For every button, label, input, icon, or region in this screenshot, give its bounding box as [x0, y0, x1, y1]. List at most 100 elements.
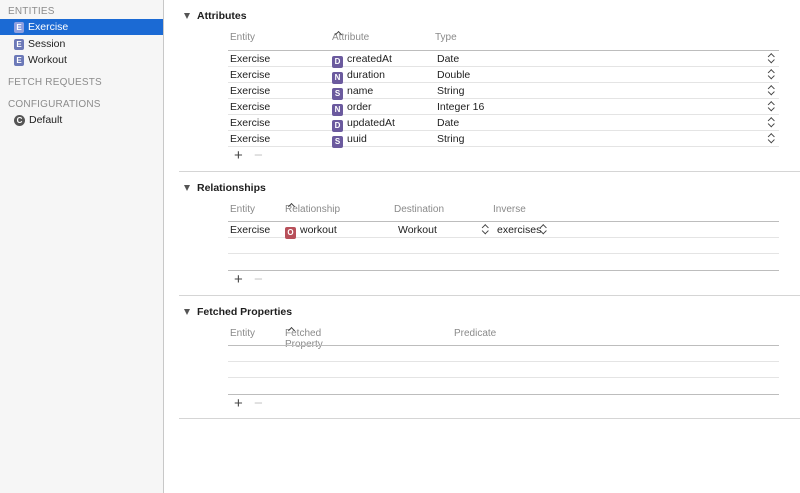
- type-cell[interactable]: String: [437, 85, 464, 97]
- attributes-table: Entity Attribute Type Exercise DcreatedA…: [228, 30, 779, 167]
- table-row-empty: [228, 346, 779, 362]
- number-type-icon: N: [332, 71, 343, 84]
- sidebar: ENTITIES E Exercise E Session E Workout …: [0, 0, 164, 493]
- section-divider: [179, 171, 800, 172]
- sidebar-item-label: Default: [29, 114, 63, 126]
- table-row[interactable]: Exercise Oworkout Workout exercises: [228, 222, 779, 239]
- type-cell[interactable]: Double: [437, 69, 470, 81]
- type-popup-icon[interactable]: [768, 117, 774, 128]
- remove-relationship-button[interactable]: −: [254, 272, 263, 288]
- attributes-section-toggle[interactable]: Attributes: [184, 10, 247, 22]
- attribute-name: name: [347, 85, 374, 97]
- fetched-properties-table: Entity Fetched Property Predicate + −: [228, 326, 779, 414]
- add-attribute-button[interactable]: +: [234, 148, 243, 164]
- inverse-cell[interactable]: exercises: [497, 224, 541, 236]
- entity-cell: Exercise: [230, 69, 271, 81]
- fetched-properties-header-row: Entity Fetched Property Predicate: [228, 326, 779, 350]
- sidebar-item-default[interactable]: C Default: [0, 112, 163, 128]
- string-type-icon: S: [332, 135, 343, 148]
- column-entity[interactable]: Entity: [230, 32, 255, 43]
- disclosure-triangle-icon: [184, 185, 190, 191]
- table-row[interactable]: Exercise Suuid String: [228, 131, 779, 148]
- entity-cell: Exercise: [230, 224, 271, 236]
- fetched-properties-section-toggle[interactable]: Fetched Properties: [184, 306, 292, 318]
- attribute-cell[interactable]: Sname: [332, 85, 373, 100]
- column-entity[interactable]: Entity: [230, 328, 255, 339]
- entity-cell: Exercise: [230, 133, 271, 145]
- entity-cell: Exercise: [230, 53, 271, 65]
- attribute-cell[interactable]: Suuid: [332, 133, 367, 148]
- entity-cell: Exercise: [230, 101, 271, 113]
- attribute-name: duration: [347, 69, 385, 81]
- sidebar-item-label: Workout: [28, 54, 67, 66]
- attributes-title: Attributes: [197, 10, 247, 22]
- relationship-name: workout: [300, 224, 337, 236]
- date-type-icon: D: [332, 119, 343, 132]
- type-cell[interactable]: Date: [437, 53, 459, 65]
- remove-attribute-button[interactable]: −: [254, 148, 263, 164]
- table-row[interactable]: Exercise DcreatedAt Date: [228, 51, 779, 68]
- relationship-cell[interactable]: Oworkout: [285, 224, 337, 239]
- date-type-icon: D: [332, 55, 343, 68]
- entities-header: ENTITIES: [8, 6, 55, 17]
- type-popup-icon[interactable]: [768, 133, 774, 144]
- type-popup-icon[interactable]: [768, 69, 774, 80]
- sidebar-item-label: Exercise: [28, 21, 69, 33]
- section-divider: [179, 295, 800, 296]
- attribute-cell[interactable]: DupdatedAt: [332, 117, 395, 132]
- column-type[interactable]: Type: [435, 32, 457, 43]
- relationships-section-toggle[interactable]: Relationships: [184, 182, 266, 194]
- string-type-icon: S: [332, 87, 343, 100]
- sidebar-item-workout[interactable]: E Workout: [0, 52, 163, 68]
- entity-cell: Exercise: [230, 85, 271, 97]
- entity-icon: E: [14, 54, 24, 66]
- inverse-popup-icon[interactable]: [540, 224, 546, 235]
- to-one-relationship-icon: O: [285, 226, 296, 239]
- relationships-title: Relationships: [197, 182, 266, 194]
- table-row[interactable]: Exercise Norder Integer 16: [228, 99, 779, 116]
- type-cell[interactable]: Date: [437, 117, 459, 129]
- attribute-cell[interactable]: Nduration: [332, 69, 385, 84]
- section-divider: [179, 418, 800, 419]
- attribute-cell[interactable]: DcreatedAt: [332, 53, 392, 68]
- table-row[interactable]: Exercise DupdatedAt Date: [228, 115, 779, 132]
- destination-popup-icon[interactable]: [482, 224, 488, 235]
- table-row-empty: [228, 254, 779, 270]
- type-cell[interactable]: Integer 16: [437, 101, 484, 113]
- entity-icon: E: [14, 21, 24, 33]
- relationships-footer: + −: [228, 270, 779, 290]
- remove-fetched-property-button[interactable]: −: [254, 396, 263, 412]
- attribute-cell[interactable]: Norder: [332, 101, 372, 116]
- add-relationship-button[interactable]: +: [234, 272, 243, 288]
- number-type-icon: N: [332, 103, 343, 116]
- destination-cell[interactable]: Workout: [398, 224, 437, 236]
- type-popup-icon[interactable]: [768, 85, 774, 96]
- fetch-requests-header: FETCH REQUESTS: [8, 77, 102, 88]
- table-row-empty: [228, 238, 779, 254]
- type-cell[interactable]: String: [437, 133, 464, 145]
- disclosure-triangle-icon: [184, 309, 190, 315]
- entity-cell: Exercise: [230, 117, 271, 129]
- add-fetched-property-button[interactable]: +: [234, 396, 243, 412]
- column-entity[interactable]: Entity: [230, 204, 255, 215]
- configurations-header: CONFIGURATIONS: [8, 99, 101, 110]
- table-row[interactable]: Exercise Sname String: [228, 83, 779, 100]
- type-popup-icon[interactable]: [768, 101, 774, 112]
- attribute-name: uuid: [347, 133, 367, 145]
- sidebar-item-exercise[interactable]: E Exercise: [0, 19, 163, 35]
- attributes-header-row: Entity Attribute Type: [228, 30, 779, 48]
- fetched-properties-title: Fetched Properties: [197, 306, 293, 318]
- table-row[interactable]: Exercise Nduration Double: [228, 67, 779, 84]
- sidebar-item-session[interactable]: E Session: [0, 36, 163, 52]
- attribute-name: updatedAt: [347, 117, 395, 129]
- table-row-empty: [228, 378, 779, 394]
- column-predicate[interactable]: Predicate: [454, 328, 496, 339]
- configuration-icon: C: [14, 114, 25, 126]
- disclosure-triangle-icon: [184, 13, 190, 19]
- fetched-properties-footer: + −: [228, 394, 779, 414]
- type-popup-icon[interactable]: [768, 53, 774, 64]
- column-inverse[interactable]: Inverse: [493, 204, 526, 215]
- column-destination[interactable]: Destination: [394, 204, 444, 215]
- attribute-name: order: [347, 101, 372, 113]
- attributes-footer: + −: [228, 147, 779, 167]
